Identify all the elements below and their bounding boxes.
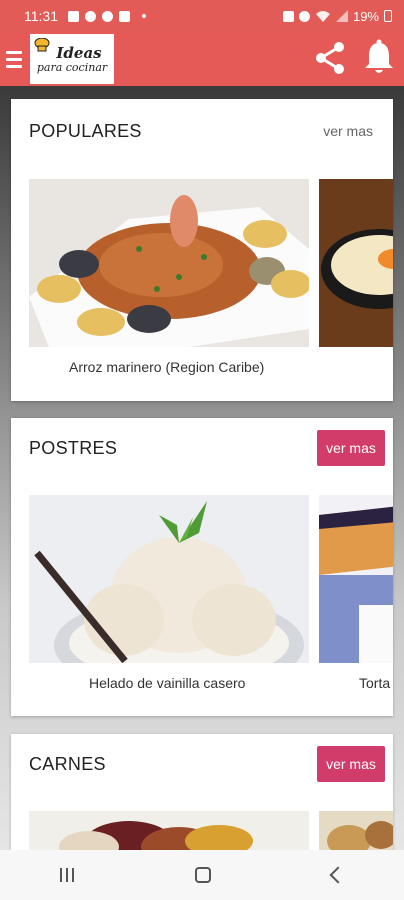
status-bar: 11:31 19%	[0, 0, 404, 32]
messenger-icon	[85, 10, 96, 22]
recipe-card[interactable]	[29, 811, 309, 850]
system-nav-bar	[0, 850, 404, 900]
chef-hat-icon	[34, 38, 50, 52]
alarm-icon	[298, 10, 310, 22]
section-card-carnes: CARNES ver mas	[11, 734, 393, 850]
recipe-image	[29, 179, 309, 347]
status-time: 11:31	[24, 8, 58, 24]
recipe-image	[319, 179, 393, 347]
ver-mas-button[interactable]: ver mas	[317, 746, 385, 782]
notification-dot-icon	[142, 14, 146, 18]
recipe-card[interactable]	[319, 811, 393, 850]
recipe-title: Torta	[359, 675, 391, 691]
recent-apps-icon[interactable]	[60, 868, 75, 882]
back-icon[interactable]	[329, 866, 347, 884]
recipe-image	[29, 811, 309, 850]
app-logo: Ideas para cocinar	[30, 34, 114, 84]
wifi-icon	[315, 11, 330, 22]
app-bar: Ideas para cocinar	[0, 32, 404, 86]
recipe-title: Arroz marinero (Region Caribe)	[69, 359, 265, 375]
recipe-card[interactable]	[319, 179, 393, 379]
lock-icon	[282, 10, 294, 22]
recipe-card[interactable]: Arroz marinero (Region Caribe)	[29, 179, 309, 379]
share-icon[interactable]	[310, 38, 350, 78]
ver-mas-button[interactable]: ver mas	[317, 430, 385, 466]
recipe-card[interactable]: Helado de vainilla casero	[29, 495, 309, 695]
content-scroll[interactable]: POPULARES ver mas Arroz marinero (Region…	[0, 86, 404, 850]
battery-icon	[384, 10, 392, 22]
recipe-image	[319, 811, 393, 850]
shield-icon	[119, 10, 130, 22]
recipe-carousel[interactable]: Helado de vainilla casero Torta	[29, 495, 393, 695]
logo-line1: Ideas	[56, 43, 102, 62]
location-icon	[102, 10, 113, 22]
logo-line2: para cocinar	[36, 60, 108, 74]
ver-mas-link[interactable]: ver mas	[323, 123, 373, 139]
recipe-image	[319, 495, 393, 663]
recipe-title: Helado de vainilla casero	[89, 675, 246, 691]
battery-percent: 19%	[352, 8, 379, 24]
recipe-card[interactable]: Torta	[319, 495, 393, 695]
recipe-image	[29, 495, 309, 663]
recipe-carousel[interactable]: Arroz marinero (Region Caribe)	[29, 179, 393, 379]
home-icon[interactable]	[194, 867, 211, 883]
signal-icon	[335, 10, 348, 22]
section-card-populares: POPULARES ver mas Arroz marinero (Region…	[11, 99, 393, 401]
section-title: POPULARES	[29, 121, 142, 141]
recipe-carousel[interactable]	[29, 811, 393, 850]
section-title: POSTRES	[29, 438, 118, 458]
section-card-postres: POSTRES ver mas Helado de vainilla caser…	[11, 418, 393, 716]
gallery-icon	[68, 10, 79, 22]
menu-icon[interactable]	[0, 32, 28, 86]
section-title: CARNES	[29, 754, 106, 774]
bell-icon[interactable]	[360, 38, 398, 78]
